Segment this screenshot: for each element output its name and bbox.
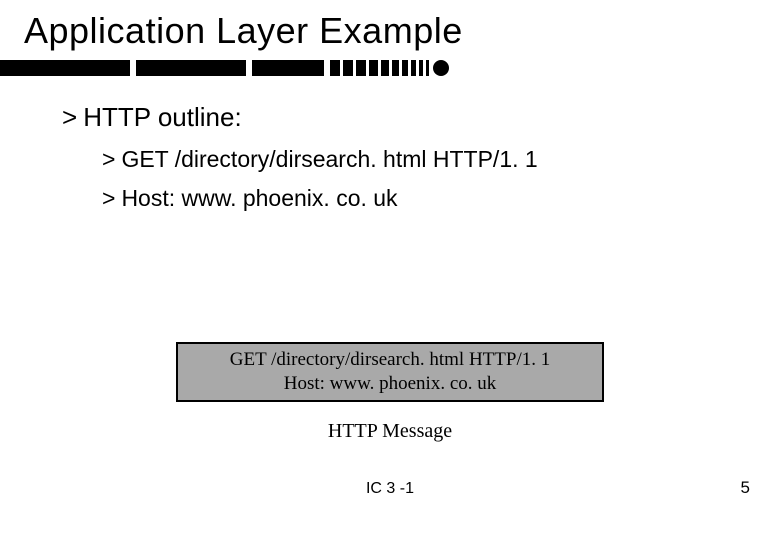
title-separator: [0, 60, 780, 76]
http-message-line: GET /directory/dirsearch. html HTTP/1. 1: [178, 348, 602, 372]
outline-item: >GET /directory/dirsearch. html HTTP/1. …: [102, 143, 780, 176]
http-message-label: HTTP Message: [0, 420, 780, 443]
outline-item-text: Host: www. phoenix. co. uk: [121, 185, 397, 211]
outline-item-text: GET /directory/dirsearch. html HTTP/1. 1: [121, 146, 537, 172]
chevron-icon: >: [62, 102, 77, 133]
http-message-line: Host: www. phoenix. co. uk: [178, 372, 602, 396]
slide-body: >HTTP outline: >GET /directory/dirsearch…: [0, 92, 780, 216]
slide-title: Application Layer Example: [0, 0, 780, 60]
http-message-box: GET /directory/dirsearch. html HTTP/1. 1…: [176, 342, 604, 402]
outline-item: >Host: www. phoenix. co. uk: [102, 182, 780, 215]
footer-center: IC 3 -1: [0, 480, 780, 498]
outline-heading-text: HTTP outline:: [83, 102, 241, 132]
outline-heading: >HTTP outline:: [62, 102, 780, 133]
chevron-icon: >: [102, 143, 115, 176]
chevron-icon: >: [102, 182, 115, 215]
page-number: 5: [741, 478, 750, 498]
